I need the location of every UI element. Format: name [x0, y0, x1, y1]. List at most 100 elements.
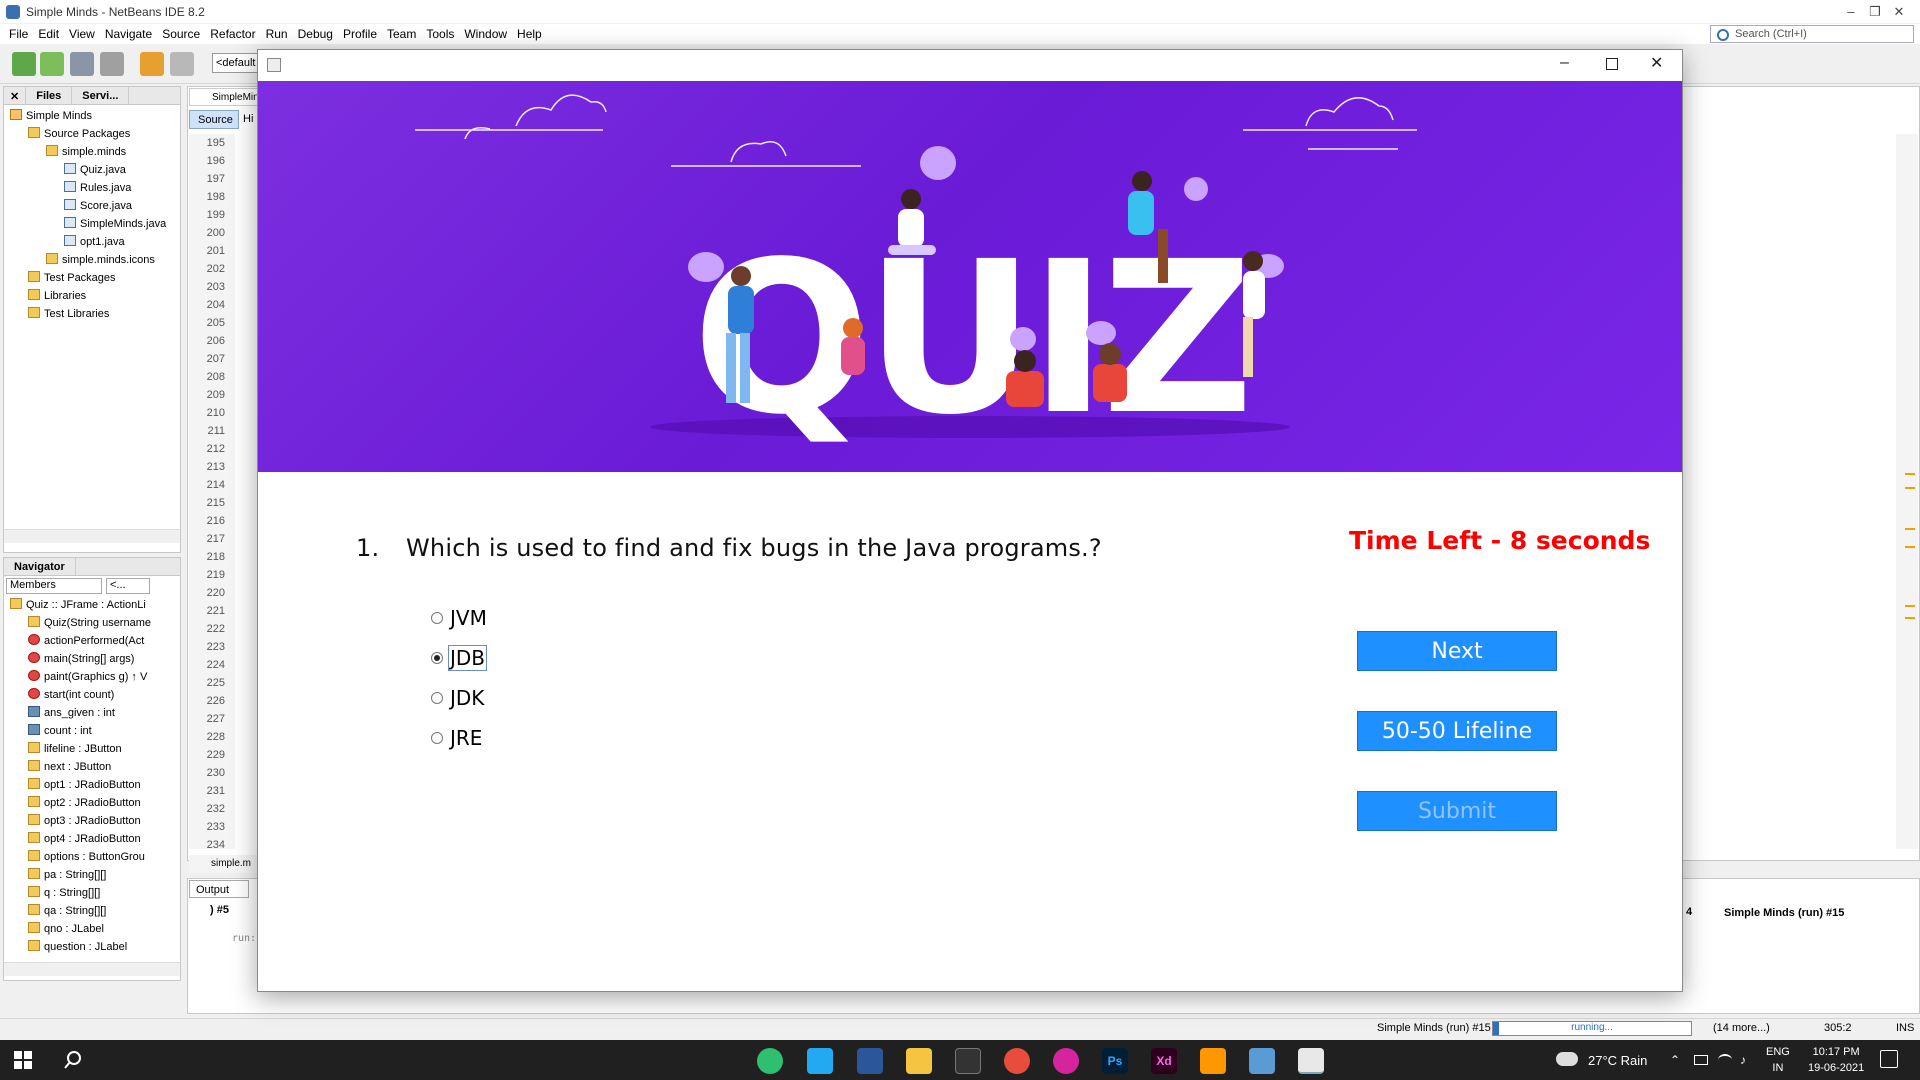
navigator-item[interactable]: q : String[][]	[10, 884, 180, 902]
project-tree-item[interactable]: simple.minds.icons	[10, 251, 180, 269]
virtualbox-icon[interactable]	[1249, 1048, 1275, 1074]
weather-icon[interactable]	[1556, 1052, 1578, 1066]
file-explorer-icon[interactable]	[906, 1048, 932, 1074]
menu-help[interactable]: Help	[517, 27, 542, 41]
next-button[interactable]: Next	[1357, 631, 1557, 671]
tab-files[interactable]: Files	[26, 87, 73, 104]
breadcrumb[interactable]: simple.m	[189, 855, 257, 873]
menu-tools[interactable]: Tools	[426, 27, 454, 41]
new-file-icon[interactable]	[12, 52, 36, 76]
navigator-item[interactable]: start(int count)	[10, 686, 180, 704]
menu-profile[interactable]: Profile	[343, 27, 377, 41]
battery-icon[interactable]	[1694, 1055, 1708, 1065]
option-3-radio[interactable]: JDK	[431, 686, 485, 710]
status-task[interactable]: Simple Minds (run) #15	[1377, 1022, 1491, 1034]
app-icon-1[interactable]	[757, 1048, 783, 1074]
word-icon[interactable]	[857, 1048, 883, 1074]
project-tree-item[interactable]: Source Packages	[10, 125, 180, 143]
ide-search-input[interactable]: Search (Ctrl+I)	[1710, 25, 1914, 43]
navigator-item[interactable]: paint(Graphics g) ↑ V	[10, 668, 180, 686]
lifeline-button[interactable]: 50-50 Lifeline	[1357, 711, 1557, 751]
run-tab-previous[interactable]: 4	[1686, 906, 1692, 918]
java-icon[interactable]	[1298, 1048, 1324, 1074]
wifi-icon[interactable]	[1718, 1054, 1732, 1066]
menu-team[interactable]: Team	[387, 27, 416, 41]
navigator-item[interactable]: Quiz :: JFrame : ActionLi	[10, 596, 180, 614]
option-2-radio[interactable]: JDB	[431, 645, 488, 671]
project-tree-item[interactable]: Test Libraries	[10, 305, 180, 323]
radio-button-icon[interactable]	[431, 692, 443, 704]
minimize-button[interactable]: –	[1560, 54, 1569, 72]
navigator-item[interactable]: ans_given : int	[10, 704, 180, 722]
navigator-item[interactable]: qa : String[][]	[10, 902, 180, 920]
notifications-icon[interactable]	[1880, 1050, 1898, 1068]
output-tab[interactable]: Output	[189, 880, 249, 898]
new-project-icon[interactable]	[40, 52, 64, 76]
volume-icon[interactable]: ♪	[1740, 1053, 1746, 1067]
vscode-icon[interactable]	[807, 1048, 833, 1074]
navigator-item[interactable]: lifeline : JButton	[10, 740, 180, 758]
project-tree-item[interactable]: Simple Minds	[10, 107, 180, 125]
undo-icon[interactable]	[140, 52, 164, 76]
navigator-item[interactable]: qno : JLabel	[10, 920, 180, 938]
menu-source[interactable]: Source	[162, 27, 200, 41]
project-tree-item[interactable]: Libraries	[10, 287, 180, 305]
project-tree-item[interactable]: SimpleMinds.java	[10, 215, 180, 233]
tray-chevron-icon[interactable]: ⌃	[1670, 1053, 1680, 1067]
language-indicator[interactable]: ENG IN	[1766, 1044, 1790, 1076]
horizontal-scrollbar[interactable]	[4, 962, 180, 976]
windows-start-icon[interactable]	[14, 1051, 32, 1069]
submit-button[interactable]: Submit	[1357, 791, 1557, 831]
menu-navigate[interactable]: Navigate	[105, 27, 152, 41]
navigator-item[interactable]: question : JLabel	[10, 938, 180, 956]
project-tree-item[interactable]: opt1.java	[10, 233, 180, 251]
run-tab[interactable]: Simple Minds (run) #15	[1718, 903, 1888, 923]
navigator-item[interactable]: main(String[] args)	[10, 650, 180, 668]
menu-run[interactable]: Run	[266, 27, 288, 41]
navigator-item[interactable]: opt2 : JRadioButton	[10, 794, 180, 812]
terminal-icon[interactable]	[955, 1048, 981, 1074]
navigator-item[interactable]: pa : String[][]	[10, 866, 180, 884]
project-tree-item[interactable]: Test Packages	[10, 269, 180, 287]
xd-icon[interactable]: Xd	[1151, 1048, 1177, 1074]
navigator-filter2-select[interactable]: <...	[106, 578, 150, 594]
radio-button-selected-icon[interactable]	[431, 652, 443, 664]
open-project-icon[interactable]	[70, 52, 94, 76]
search-icon[interactable]	[64, 1051, 82, 1069]
project-tree-item[interactable]: Quiz.java	[10, 161, 180, 179]
sublime-icon[interactable]	[1200, 1048, 1226, 1074]
project-tree-item[interactable]: Rules.java	[10, 179, 180, 197]
source-button[interactable]: Source	[189, 110, 239, 129]
navigator-filter-select[interactable]: Members	[6, 578, 102, 594]
navigator-title[interactable]: Navigator	[4, 558, 76, 575]
weather-text[interactable]: 27°C Rain	[1588, 1053, 1647, 1068]
navigator-item[interactable]: next : JButton	[10, 758, 180, 776]
menu-view[interactable]: View	[69, 27, 95, 41]
status-more[interactable]: (14 more...)	[1713, 1022, 1770, 1034]
option-1-radio[interactable]: JVM	[431, 606, 488, 630]
app-icon-2[interactable]	[1053, 1048, 1079, 1074]
menu-refactor[interactable]: Refactor	[210, 27, 255, 41]
tab-services[interactable]: Servi...	[72, 87, 130, 104]
output-subtab[interactable]: ) #5	[210, 904, 229, 916]
navigator-item[interactable]: opt3 : JRadioButton	[10, 812, 180, 830]
menu-window[interactable]: Window	[464, 27, 507, 41]
menu-file[interactable]: File	[9, 27, 28, 41]
horizontal-scrollbar[interactable]	[4, 529, 180, 543]
radio-button-icon[interactable]	[431, 612, 443, 624]
project-tree-item[interactable]: Score.java	[10, 197, 180, 215]
navigator-item[interactable]: opt1 : JRadioButton	[10, 776, 180, 794]
menu-debug[interactable]: Debug	[298, 27, 333, 41]
save-all-icon[interactable]	[100, 52, 124, 76]
chrome-icon[interactable]	[1004, 1048, 1030, 1074]
ide-close-button[interactable]: ✕	[1876, 0, 1920, 23]
option-4-radio[interactable]: JRE	[431, 726, 483, 750]
navigator-item[interactable]: options : ButtonGrou	[10, 848, 180, 866]
config-combo[interactable]: <default	[212, 53, 258, 73]
navigator-item[interactable]: opt4 : JRadioButton	[10, 830, 180, 848]
radio-button-icon[interactable]	[431, 732, 443, 744]
redo-icon[interactable]	[170, 52, 194, 76]
maximize-button[interactable]	[1606, 58, 1618, 70]
navigator-item[interactable]: count : int	[10, 722, 180, 740]
project-tree-item[interactable]: simple.minds	[10, 143, 180, 161]
